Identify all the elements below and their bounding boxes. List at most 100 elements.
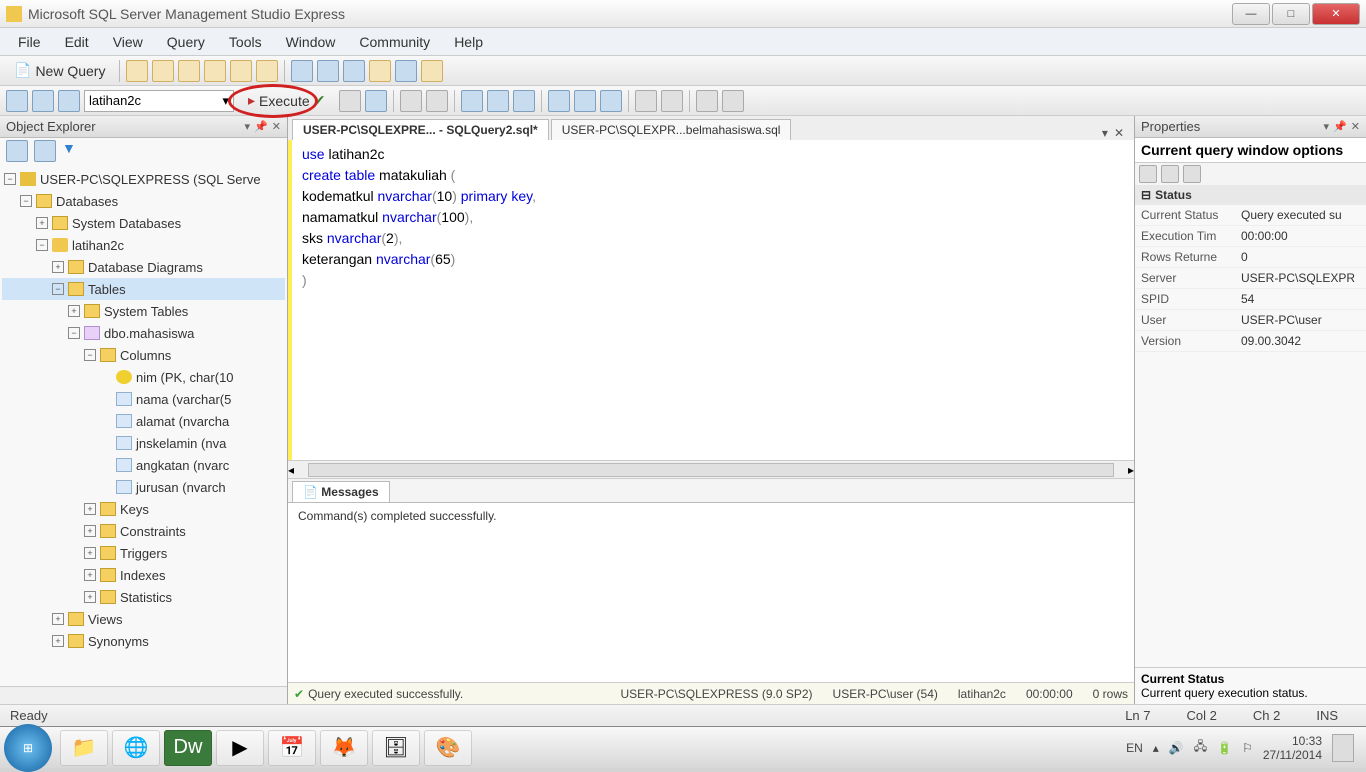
outdent-icon[interactable] [661, 90, 683, 112]
menu-edit[interactable]: Edit [55, 31, 99, 53]
tree-table-mahasiswa[interactable]: −dbo.mahasiswa [2, 322, 285, 344]
toolbar-icon[interactable] [487, 90, 509, 112]
taskbar-app-chrome[interactable]: 🌐 [112, 730, 160, 766]
tray-show-hidden-icon[interactable]: ▴ [1153, 741, 1159, 755]
tree-views[interactable]: +Views [2, 608, 285, 630]
tree-system-databases[interactable]: +System Databases [2, 212, 285, 234]
alphabetize-icon[interactable] [1161, 165, 1179, 183]
tree-column[interactable]: angkatan (nvarc [2, 454, 285, 476]
close-button[interactable]: ✕ [1312, 3, 1360, 25]
tree-column[interactable]: jnskelamin (nva [2, 432, 285, 454]
close-panel-icon[interactable]: ✕ [1351, 120, 1360, 133]
pin-icon[interactable]: 📌 [254, 120, 268, 133]
toolbar-icon[interactable] [369, 60, 391, 82]
filter-icon[interactable]: ▼ [62, 140, 84, 162]
property-category-status[interactable]: ⊟Status [1135, 185, 1366, 205]
toolbar-icon[interactable] [400, 90, 422, 112]
parse-icon[interactable] [365, 90, 387, 112]
menu-file[interactable]: File [8, 31, 51, 53]
menu-query[interactable]: Query [157, 31, 215, 53]
tray-language[interactable]: EN [1126, 741, 1143, 755]
toolbar-icon[interactable] [204, 60, 226, 82]
taskbar-app-explorer[interactable]: 📁 [60, 730, 108, 766]
tree-tables[interactable]: −Tables [2, 278, 285, 300]
categorize-icon[interactable] [1139, 165, 1157, 183]
tree-triggers[interactable]: +Triggers [2, 542, 285, 564]
taskbar-app-firefox[interactable]: 🦊 [320, 730, 368, 766]
menu-view[interactable]: View [103, 31, 153, 53]
properties-object-name[interactable]: Current query window options [1135, 138, 1366, 163]
tab-messages[interactable]: 📄 Messages [292, 481, 390, 502]
toolbar-icon[interactable] [395, 60, 417, 82]
toolbar-icon[interactable] [600, 90, 622, 112]
toolbar-icon[interactable] [574, 90, 596, 112]
toolbar-icon[interactable] [126, 60, 148, 82]
toolbar-icon[interactable] [426, 90, 448, 112]
tray-network-icon[interactable]: 🖧 [1194, 737, 1207, 758]
menu-window[interactable]: Window [276, 31, 346, 53]
toolbar-icon[interactable] [291, 60, 313, 82]
taskbar-app-media[interactable]: ▶ [216, 730, 264, 766]
execute-button[interactable]: Execute ✔ [238, 90, 335, 111]
property-page-icon[interactable] [1183, 165, 1201, 183]
tree-constraints[interactable]: +Constraints [2, 520, 285, 542]
taskbar-app-ssms[interactable]: 🗄 [372, 730, 420, 766]
tree-column[interactable]: nim (PK, char(10 [2, 366, 285, 388]
indent-icon[interactable] [635, 90, 657, 112]
menu-tools[interactable]: Tools [219, 31, 272, 53]
tree-column[interactable]: alamat (nvarcha [2, 410, 285, 432]
connect-icon[interactable] [6, 140, 28, 162]
property-row[interactable]: Rows Returne0 [1135, 247, 1366, 268]
editor-horizontal-scrollbar[interactable]: ◂▸ [288, 460, 1134, 478]
horizontal-scrollbar[interactable] [0, 686, 287, 704]
taskbar-app-calendar[interactable]: 📅 [268, 730, 316, 766]
toolbar-icon[interactable] [548, 90, 570, 112]
tree-db-diagrams[interactable]: +Database Diagrams [2, 256, 285, 278]
minimize-button[interactable]: — [1232, 3, 1270, 25]
save-icon[interactable] [256, 60, 278, 82]
uncomment-icon[interactable] [722, 90, 744, 112]
tree-column[interactable]: nama (varchar(5 [2, 388, 285, 410]
disconnect-icon[interactable] [34, 140, 56, 162]
toolbar-icon[interactable] [152, 60, 174, 82]
tree-keys[interactable]: +Keys [2, 498, 285, 520]
tree-db-latihan2c[interactable]: −latihan2c [2, 234, 285, 256]
property-row[interactable]: SPID54 [1135, 289, 1366, 310]
tree-columns[interactable]: −Columns [2, 344, 285, 366]
properties-grid[interactable]: ⊟Status Current StatusQuery executed su … [1135, 185, 1366, 667]
system-tray[interactable]: EN ▴ 🔊 🖧 🔋 ⚐ 10:33 27/11/2014 [1118, 734, 1362, 762]
tray-battery-icon[interactable]: 🔋 [1217, 741, 1232, 755]
toolbar-icon[interactable] [317, 60, 339, 82]
toolbar-icon[interactable] [461, 90, 483, 112]
code-editor[interactable]: use latihan2c create table matakuliah ( … [288, 140, 1134, 460]
tray-clock[interactable]: 10:33 27/11/2014 [1263, 734, 1322, 762]
stop-icon[interactable] [339, 90, 361, 112]
tab-close-icon[interactable]: ✕ [1114, 126, 1124, 140]
start-button[interactable]: ⊞ [4, 724, 52, 772]
toolbar-icon[interactable] [513, 90, 535, 112]
dropdown-icon[interactable]: ▾ [1324, 120, 1330, 133]
tree-databases[interactable]: −Databases [2, 190, 285, 212]
open-file-icon[interactable] [178, 60, 200, 82]
taskbar-app-paint[interactable]: 🎨 [424, 730, 472, 766]
tree-system-tables[interactable]: +System Tables [2, 300, 285, 322]
tray-action-icon[interactable]: ⚐ [1242, 741, 1253, 755]
menu-help[interactable]: Help [444, 31, 493, 53]
toolbar-icon[interactable] [58, 90, 80, 112]
object-tree[interactable]: −USER-PC\SQLEXPRESS (SQL Serve −Database… [0, 164, 287, 686]
close-panel-icon[interactable]: ✕ [272, 120, 281, 133]
pin-icon[interactable]: 📌 [1333, 120, 1347, 133]
comment-icon[interactable] [696, 90, 718, 112]
tab-sqlquery2[interactable]: USER-PC\SQLEXPRE... - SQLQuery2.sql* [292, 119, 549, 140]
property-row[interactable]: Current StatusQuery executed su [1135, 205, 1366, 226]
toolbar-icon[interactable] [343, 60, 365, 82]
maximize-button[interactable]: □ [1272, 3, 1310, 25]
property-row[interactable]: Version09.00.3042 [1135, 331, 1366, 352]
new-query-button[interactable]: New Query [6, 60, 113, 81]
database-selector[interactable]: latihan2c▾ [84, 90, 234, 112]
property-row[interactable]: Execution Tim00:00:00 [1135, 226, 1366, 247]
tree-indexes[interactable]: +Indexes [2, 564, 285, 586]
property-row[interactable]: UserUSER-PC\user [1135, 310, 1366, 331]
menu-community[interactable]: Community [349, 31, 440, 53]
messages-pane[interactable]: Command(s) completed successfully. [288, 502, 1134, 682]
